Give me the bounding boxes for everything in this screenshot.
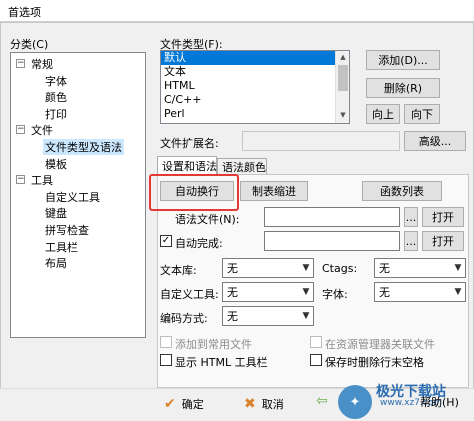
tree-item[interactable]: 自定义工具 bbox=[43, 189, 102, 205]
trim-trailing-checkbox[interactable] bbox=[310, 354, 322, 366]
assoc-explorer-checkbox[interactable] bbox=[310, 336, 322, 348]
ctags-select[interactable]: 无 ▼ bbox=[374, 258, 466, 278]
extension-input[interactable] bbox=[242, 131, 400, 151]
tree-item[interactable]: 键盘 bbox=[43, 205, 69, 221]
tree-group[interactable]: 工具 bbox=[31, 172, 53, 188]
filetype-list[interactable]: 默认 文本 HTML C/C++ Perl ▲ ▼ bbox=[160, 50, 350, 124]
category-label: 分类(C) bbox=[10, 38, 49, 51]
autocomplete-input[interactable] bbox=[264, 231, 400, 251]
add-common-label: 添加到常用文件 bbox=[175, 338, 252, 351]
arrow-left-icon: ⇦ bbox=[316, 393, 328, 409]
encoding-value: 无 bbox=[227, 310, 238, 323]
delete-button[interactable]: 删除(R) bbox=[366, 78, 440, 98]
font-label: 字体: bbox=[322, 288, 348, 301]
tree-item[interactable]: 打印 bbox=[43, 106, 69, 122]
syntax-open-button[interactable]: 打开 bbox=[422, 207, 464, 227]
custom-tool-value: 无 bbox=[227, 286, 238, 299]
filetype-item[interactable]: Perl bbox=[161, 107, 335, 121]
chevron-down-icon: ▼ bbox=[302, 287, 310, 297]
collapse-icon[interactable]: − bbox=[16, 59, 25, 68]
filetype-item[interactable]: HTML bbox=[161, 79, 335, 93]
show-html-toolbar-checkbox[interactable] bbox=[160, 354, 172, 366]
font-value: 无 bbox=[379, 286, 390, 299]
collapse-icon[interactable]: − bbox=[16, 125, 25, 135]
add-common-checkbox[interactable] bbox=[160, 336, 172, 348]
collapse-icon[interactable]: − bbox=[16, 175, 25, 185]
filetype-scrollbar[interactable]: ▲ ▼ bbox=[335, 51, 349, 123]
tab-indent-button[interactable]: 制表缩进 bbox=[240, 181, 308, 201]
filetype-item[interactable]: 默认 bbox=[161, 51, 335, 65]
tree-item[interactable]: 布局 bbox=[43, 255, 69, 271]
autocomplete-label: 自动完成: bbox=[175, 237, 223, 250]
filetype-item[interactable]: C/C++ bbox=[161, 93, 335, 107]
font-select[interactable]: 无 ▼ bbox=[374, 282, 466, 302]
window-title: 首选项 bbox=[8, 6, 41, 19]
tab-settings-syntax[interactable]: 设置和语法 bbox=[157, 156, 217, 174]
show-html-toolbar-label: 显示 HTML 工具栏 bbox=[175, 356, 268, 369]
syntax-file-input[interactable] bbox=[264, 207, 400, 227]
autocomplete-open-button[interactable]: 打开 bbox=[422, 231, 464, 251]
encoding-label: 编码方式: bbox=[160, 312, 208, 325]
move-up-button[interactable]: 向上 bbox=[366, 104, 400, 124]
title-bar: 首选项 bbox=[0, 0, 474, 22]
highlight-box bbox=[149, 174, 239, 211]
filetype-item[interactable]: 文本 bbox=[161, 65, 335, 79]
custom-tool-label: 自定义工具: bbox=[160, 288, 219, 301]
syntax-browse-button[interactable]: ... bbox=[404, 207, 418, 227]
tree-item[interactable]: 字体 bbox=[43, 73, 69, 89]
advanced-button[interactable]: 高级... bbox=[404, 131, 466, 151]
autocomplete-browse-button[interactable]: ... bbox=[404, 231, 418, 251]
autocomplete-checkbox[interactable]: ✓ bbox=[160, 235, 172, 247]
tree-item[interactable]: 模板 bbox=[43, 156, 69, 172]
watermark-logo-icon: ✦ bbox=[338, 385, 372, 419]
cross-icon: ✖ bbox=[244, 396, 256, 412]
extension-label: 文件扩展名: bbox=[160, 137, 219, 150]
scroll-thumb[interactable] bbox=[338, 65, 348, 91]
chevron-down-icon: ▼ bbox=[454, 263, 462, 273]
category-tree[interactable]: − 常规 字体 颜色 打印 − 文件 文件类型及语法 模板 − 工具 自定义工具 键盘 拼写检查 工具栏 布局 bbox=[10, 52, 146, 338]
library-value: 无 bbox=[227, 262, 238, 275]
cancel-label: 取消 bbox=[261, 398, 284, 411]
help-button[interactable]: 帮助(H) bbox=[420, 394, 459, 410]
encoding-select[interactable]: 无 ▼ bbox=[222, 306, 314, 326]
tree-item[interactable]: 拼写检查 bbox=[43, 222, 91, 238]
checkmark-icon: ✔ bbox=[164, 396, 176, 412]
custom-tool-select[interactable]: 无 ▼ bbox=[222, 282, 314, 302]
tree-item[interactable]: 颜色 bbox=[43, 89, 69, 105]
chevron-down-icon: ▼ bbox=[302, 263, 310, 273]
library-label: 文本库: bbox=[160, 264, 197, 277]
cancel-button[interactable]: ✖ 取消 bbox=[244, 393, 312, 415]
tree-group[interactable]: 常规 bbox=[31, 56, 53, 72]
ok-label: 确定 bbox=[181, 398, 204, 411]
move-down-button[interactable]: 向下 bbox=[404, 104, 440, 124]
chevron-down-icon: ▼ bbox=[302, 311, 310, 321]
ctags-value: 无 bbox=[379, 262, 390, 275]
scroll-up-icon[interactable]: ▲ bbox=[338, 53, 348, 63]
syntax-file-label: 语法文件(N): bbox=[175, 213, 240, 226]
tree-item[interactable]: 工具栏 bbox=[43, 239, 80, 255]
ok-button[interactable]: ✔ 确定 bbox=[164, 393, 232, 415]
add-button[interactable]: 添加(D)... bbox=[366, 50, 440, 70]
scroll-down-icon[interactable]: ▼ bbox=[338, 111, 348, 121]
function-list-button[interactable]: 函数列表 bbox=[362, 181, 442, 201]
ctags-label: Ctags: bbox=[322, 262, 358, 275]
assoc-explorer-label: 在资源管理器关联文件 bbox=[325, 338, 435, 351]
tree-group[interactable]: 文件 bbox=[31, 122, 53, 138]
trim-trailing-label: 保存时删除行末空格 bbox=[325, 356, 424, 369]
chevron-down-icon: ▼ bbox=[454, 287, 462, 297]
tab-syntax-colors[interactable]: 语法颜色 bbox=[217, 158, 267, 174]
tree-item[interactable]: 文件类型及语法 bbox=[43, 139, 124, 155]
library-select[interactable]: 无 ▼ bbox=[222, 258, 314, 278]
